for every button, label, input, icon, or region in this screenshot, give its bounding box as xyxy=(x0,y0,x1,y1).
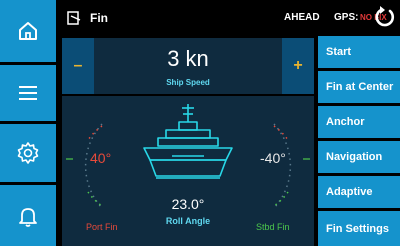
menu-adaptive-button[interactable]: Adaptive xyxy=(318,176,400,208)
ship-icon xyxy=(143,104,233,179)
speed-increase-button[interactable]: + xyxy=(282,38,314,94)
port-fin-gauge xyxy=(66,123,103,209)
home-icon xyxy=(19,22,37,40)
refresh-icon[interactable] xyxy=(372,4,398,30)
ship-speed-label: Ship Speed xyxy=(166,78,210,87)
settings-button[interactable] xyxy=(0,124,56,182)
bell-icon xyxy=(19,207,37,227)
fin-status-panel: 40° -40° 23.0° Roll Angle Port Fin Stbd … xyxy=(62,96,314,246)
menu-fin-settings-button[interactable]: Fin Settings xyxy=(318,211,400,246)
ship-speed-panel: – 3 kn Ship Speed + xyxy=(62,38,314,94)
home-button[interactable] xyxy=(0,0,56,62)
header-bar: Fin AHEAD GPS: NO FIX xyxy=(56,0,400,36)
roll-angle-label: Roll Angle xyxy=(165,216,211,226)
ship-speed-value: 3 kn xyxy=(167,46,209,71)
menu-anchor-button[interactable]: Anchor xyxy=(318,106,400,138)
menu-navigation-button[interactable]: Navigation xyxy=(318,141,400,173)
speed-decrease-button[interactable]: – xyxy=(62,38,94,94)
fin-mode-menu: Start Fin at Center Anchor Navigation Ad… xyxy=(318,36,400,246)
alarms-button[interactable] xyxy=(0,185,56,246)
roll-angle-value: 23.0° xyxy=(171,196,205,212)
menu-start-button[interactable]: Start xyxy=(318,36,400,68)
port-fin-label: Port Fin xyxy=(86,222,118,232)
port-fin-angle: 40° xyxy=(90,150,112,166)
mode-status: AHEAD xyxy=(284,12,320,23)
stbd-fin-gauge xyxy=(273,123,310,209)
stbd-fin-label: Stbd Fin xyxy=(256,222,290,232)
menu-fin-at-center-button[interactable]: Fin at Center xyxy=(318,71,400,103)
menu-button[interactable] xyxy=(0,65,56,121)
sidebar xyxy=(0,0,56,246)
gear-icon xyxy=(17,142,39,164)
page-title: Fin xyxy=(90,11,108,25)
menu-icon xyxy=(19,86,37,100)
stbd-fin-angle: -40° xyxy=(260,150,286,166)
gps-label: GPS: xyxy=(334,12,359,23)
fin-page-icon xyxy=(67,11,81,25)
